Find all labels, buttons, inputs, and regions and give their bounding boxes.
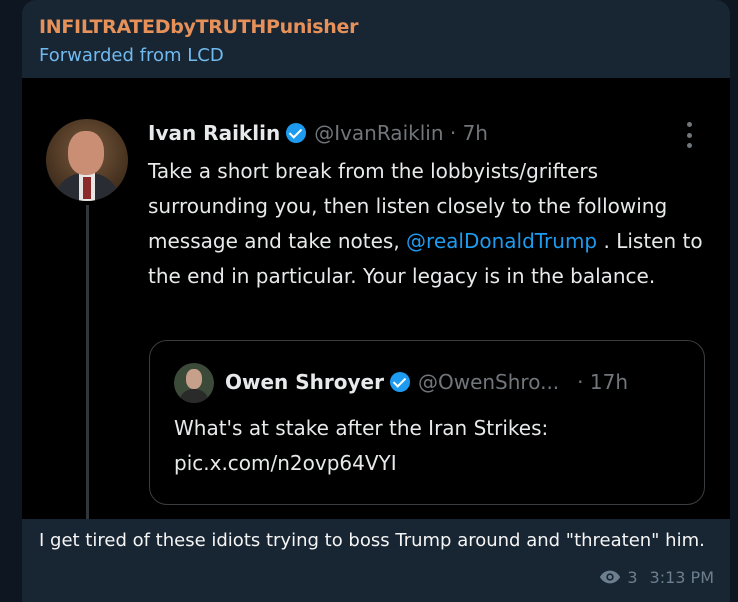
- avatar: [46, 119, 128, 201]
- tweet-screenshot[interactable]: Ivan Raiklin @IvanRaiklin · 7h Take a sh…: [22, 78, 730, 519]
- tweet-handle-time: @IvanRaiklin · 7h: [314, 121, 488, 145]
- view-count: 3: [627, 567, 638, 587]
- quoted-tweet: Owen Shroyer @OwenShro... · 17h What's a…: [149, 340, 705, 505]
- forwarded-from[interactable]: Forwarded from LCD: [39, 45, 224, 66]
- quoted-time: · 17h: [577, 370, 629, 394]
- message-time: 3:13 PM: [649, 567, 714, 587]
- quoted-text-line1: What's at stake after the Iran Strikes:: [174, 416, 549, 440]
- quoted-tweet-header: Owen Shroyer @OwenShro... · 17h: [225, 367, 695, 397]
- sender-name[interactable]: INFILTRATEDbyTRUTHPunisher: [39, 16, 358, 38]
- quoted-text: What's at stake after the Iran Strikes: …: [174, 411, 684, 481]
- message-bubble: INFILTRATEDbyTRUTHPunisher Forwarded fro…: [22, 0, 730, 602]
- more-vertical-icon: [686, 122, 692, 148]
- message-caption: I get tired of these idiots trying to bo…: [39, 530, 705, 551]
- tweet-mention: @realDonaldTrump: [406, 229, 598, 253]
- message-meta: 3 3:13 PM: [599, 566, 714, 588]
- tweet-text: Take a short break from the lobbyists/gr…: [148, 154, 708, 294]
- quoted-text-line2: pic.x.com/n2ovp64VYI: [174, 451, 397, 475]
- quoted-avatar: [174, 363, 214, 403]
- verified-badge-icon: [389, 372, 410, 392]
- quoted-author-name: Owen Shroyer: [225, 370, 384, 394]
- tweet-author-name: Ivan Raiklin: [148, 121, 281, 145]
- thread-line: [86, 205, 89, 519]
- quoted-handle: @OwenShro...: [417, 370, 560, 394]
- verified-badge-icon: [286, 123, 307, 143]
- eye-icon: [600, 570, 621, 584]
- tweet-header: Ivan Raiklin @IvanRaiklin · 7h: [148, 118, 488, 148]
